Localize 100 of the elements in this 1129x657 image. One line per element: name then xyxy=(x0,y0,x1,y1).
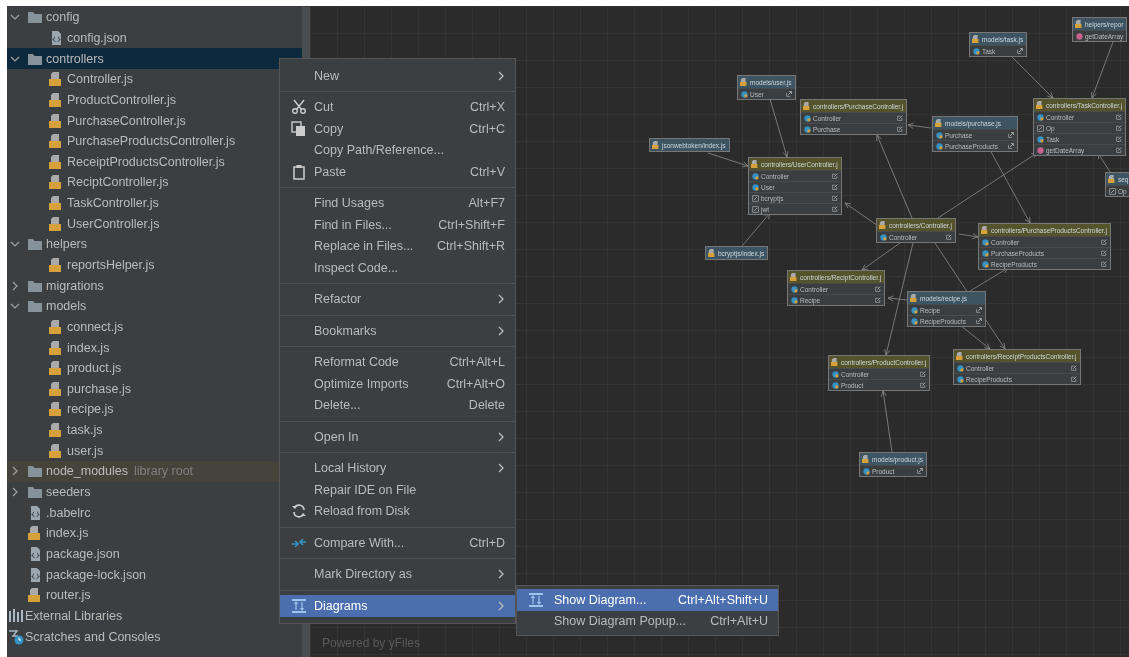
external-link-icon xyxy=(1008,132,1015,138)
external-link-icon xyxy=(1008,143,1015,149)
class-icon xyxy=(957,364,964,372)
connector-arrow xyxy=(707,152,749,168)
chevron-right-icon[interactable] xyxy=(10,487,20,498)
js-file-icon xyxy=(48,380,64,397)
tree-row[interactable]: config xyxy=(7,7,302,28)
js-file-icon xyxy=(48,195,64,212)
file-icon xyxy=(751,160,759,168)
edit-icon xyxy=(831,184,838,190)
edit-icon xyxy=(831,206,838,212)
js-file-icon xyxy=(48,153,64,170)
file-icon xyxy=(910,294,918,302)
edit-icon xyxy=(831,173,838,179)
js-file-icon xyxy=(48,174,64,191)
clipboard-icon xyxy=(291,163,307,180)
class-icon xyxy=(936,142,943,150)
connector-arrow xyxy=(880,390,893,453)
shortcut-text: Ctrl+C xyxy=(469,121,505,136)
file-icon xyxy=(790,273,798,281)
file-icon xyxy=(981,226,989,234)
edit-icon xyxy=(1116,136,1123,142)
menu-item[interactable]: Diagrams xyxy=(280,595,515,617)
connector-arrow xyxy=(769,98,789,158)
external-link-icon xyxy=(916,468,923,474)
class-icon xyxy=(1037,135,1044,143)
shortcut-text: Ctrl+Alt+L xyxy=(449,355,505,370)
chevron-right-icon[interactable] xyxy=(10,466,20,477)
class-icon xyxy=(911,306,918,314)
shortcut-text: Ctrl+X xyxy=(469,100,505,115)
file-icon xyxy=(708,249,716,257)
class-icon xyxy=(973,47,980,55)
edit-icon xyxy=(1100,239,1107,245)
copy-icon xyxy=(291,120,307,137)
chevron-right-icon[interactable] xyxy=(10,280,20,291)
tree-row[interactable]: controllers xyxy=(7,48,302,69)
shortcut-text: Ctrl+Alt+Shift+U xyxy=(678,592,768,607)
field-icon xyxy=(752,194,759,202)
class-icon xyxy=(741,90,748,98)
class-icon xyxy=(982,238,989,246)
edit-icon xyxy=(1070,365,1077,371)
class-icon xyxy=(752,172,759,180)
folder-icon xyxy=(27,484,43,501)
menu-item[interactable]: Show Diagram Popup... Ctrl+Alt+U xyxy=(517,610,778,632)
js-file-icon xyxy=(48,257,64,273)
class-icon xyxy=(982,260,989,268)
class-icon xyxy=(804,114,811,122)
file-icon xyxy=(972,35,980,43)
function-icon xyxy=(1037,146,1044,154)
file-icon xyxy=(862,455,870,463)
class-icon xyxy=(752,183,759,191)
edit-icon xyxy=(920,371,927,377)
diagram-icon xyxy=(528,591,544,608)
folder-icon xyxy=(27,298,43,315)
js-file-icon xyxy=(48,442,64,459)
field-icon xyxy=(752,205,759,213)
folder-icon xyxy=(27,9,43,26)
tree-row[interactable]: Scratches and Consoles xyxy=(7,626,302,647)
file-icon xyxy=(1036,101,1044,109)
js-file-icon xyxy=(48,401,64,418)
file-icon xyxy=(935,119,943,127)
class-icon xyxy=(911,317,918,325)
class-icon xyxy=(791,285,798,293)
bar-chart-icon xyxy=(8,607,24,624)
js-file-icon xyxy=(48,422,64,439)
external-link-icon xyxy=(975,307,982,313)
connector-arrow xyxy=(907,122,932,129)
menu-item[interactable]: Repair IDE on File xyxy=(280,479,515,501)
class-icon xyxy=(791,296,798,304)
tree-row[interactable]: config.json xyxy=(7,27,302,49)
js-file-icon xyxy=(48,318,64,335)
class-icon xyxy=(957,375,964,383)
class-icon xyxy=(804,125,811,133)
connector-arrow xyxy=(958,233,979,240)
edit-icon xyxy=(875,297,882,303)
class-icon xyxy=(832,381,839,389)
class-icon xyxy=(982,249,989,257)
edit-icon xyxy=(1100,261,1107,267)
external-link-icon xyxy=(975,318,982,324)
reload-icon xyxy=(291,503,307,520)
file-icon xyxy=(1075,20,1083,28)
diagram-icon xyxy=(291,597,307,614)
file-icon xyxy=(652,141,660,149)
external-link-icon xyxy=(1017,48,1024,54)
js-file-icon xyxy=(48,360,64,377)
shortcut-text: Ctrl+D xyxy=(469,535,505,550)
shortcut-text: Delete xyxy=(468,398,505,413)
file-icon xyxy=(1108,175,1116,183)
connector-arrow xyxy=(1011,56,1054,99)
edit-icon xyxy=(831,195,838,201)
class-icon xyxy=(863,467,870,475)
file-icon xyxy=(740,78,748,86)
external-link-icon xyxy=(785,91,792,97)
edit-icon xyxy=(1116,147,1123,153)
class-icon xyxy=(1037,113,1044,121)
edit-icon xyxy=(920,382,927,388)
js-file-icon xyxy=(27,525,43,542)
edit-icon xyxy=(945,234,952,240)
js-file-icon xyxy=(48,71,64,88)
menu-item[interactable]: Show Diagram... Ctrl+Alt+Shift+U xyxy=(517,589,778,611)
